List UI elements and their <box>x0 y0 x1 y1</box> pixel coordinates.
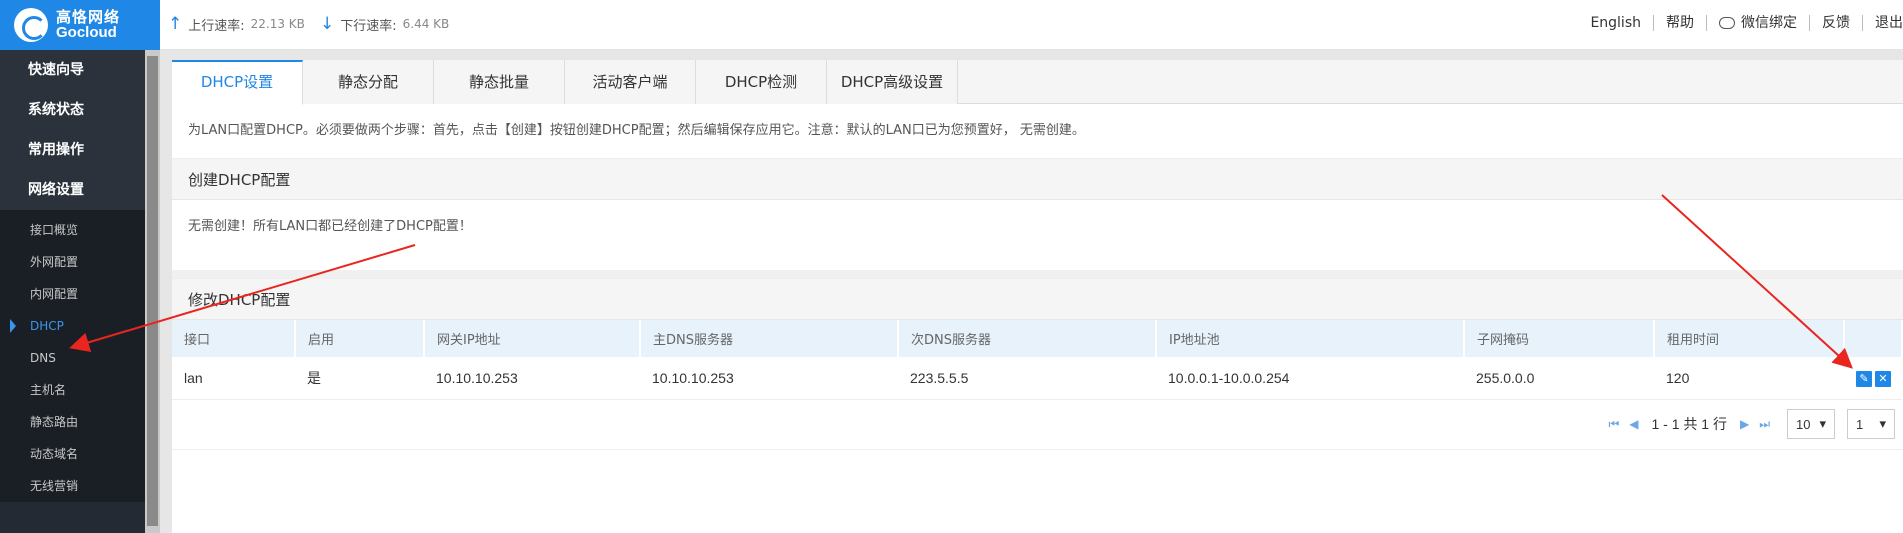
prev-page-icon[interactable]: ◀ <box>1629 417 1638 431</box>
upload-arrow-icon: ↑ <box>168 14 183 34</box>
cell-actions: ✎ ✕ <box>1844 357 1902 400</box>
menu-system-status[interactable]: 系统状态 <box>0 90 160 130</box>
main-menu: 快速向导 系统状态 常用操作 网络设置 <box>0 50 160 210</box>
logout-link[interactable]: 退出 <box>1863 15 1903 31</box>
submenu-static-route[interactable]: 静态路由 <box>0 406 160 438</box>
wechat-bind-link[interactable]: 微信绑定 <box>1707 15 1810 31</box>
submenu-dns[interactable]: DNS <box>0 342 160 374</box>
cell-interface: lan <box>172 357 295 400</box>
table-header-row: 接口 启用 网关IP地址 主DNS服务器 次DNS服务器 IP地址池 子网掩码 … <box>172 320 1903 357</box>
network-submenu: 接口概览 外网配置 内网配置 DHCP DNS 主机名 静态路由 动态域名 无线… <box>0 210 160 502</box>
submenu-wireless-marketing[interactable]: 无线营销 <box>0 470 160 502</box>
col-actions <box>1844 320 1903 357</box>
cell-enabled: 是 <box>295 357 424 400</box>
col-primary-dns: 主DNS服务器 <box>640 320 899 357</box>
section-divider <box>172 270 1903 278</box>
tab-bar: DHCP设置 静态分配 静态批量 活动客户端 DHCP检测 DHCP高级设置 <box>172 60 1903 105</box>
col-enabled: 启用 <box>295 320 425 357</box>
top-header: 高恪网络 Gocloud ↑ 上行速率: 22.13 KB ↓ 下行速率: 6.… <box>0 0 1903 50</box>
submenu-dhcp[interactable]: DHCP <box>0 310 160 342</box>
cell-ip-pool: 10.0.0.1-10.0.0.254 <box>1156 357 1464 400</box>
main-content: DHCP设置 静态分配 静态批量 活动客户端 DHCP检测 DHCP高级设置 为… <box>172 60 1903 533</box>
download-speed: ↓ 下行速率: 6.44 KB <box>320 14 449 34</box>
chevron-down-icon: ▾ <box>1819 416 1826 431</box>
top-links: English 帮助 微信绑定 反馈 退出 <box>1578 15 1903 31</box>
sidebar-scrollbar[interactable] <box>145 50 160 533</box>
download-arrow-icon: ↓ <box>320 14 335 34</box>
col-subnet-mask: 子网掩码 <box>1464 320 1655 357</box>
delete-x-icon[interactable]: ✕ <box>1875 370 1891 387</box>
logo-title-en: Gocloud <box>56 24 117 41</box>
cell-primary-dns: 10.10.10.253 <box>640 357 898 400</box>
download-speed-label: 下行速率: <box>340 18 397 34</box>
menu-common-ops[interactable]: 常用操作 <box>0 130 160 170</box>
download-speed-value: 6.44 KB <box>402 17 450 31</box>
help-link[interactable]: 帮助 <box>1654 15 1707 31</box>
wechat-icon <box>1719 17 1735 29</box>
dhcp-config-table: 接口 启用 网关IP地址 主DNS服务器 次DNS服务器 IP地址池 子网掩码 … <box>172 320 1903 400</box>
upload-speed-label: 上行速率: <box>188 18 245 34</box>
cell-subnet-mask: 255.0.0.0 <box>1464 357 1654 400</box>
tab-dhcp-advanced[interactable]: DHCP高级设置 <box>827 60 958 104</box>
page-number-select[interactable]: 1 ▾ <box>1847 409 1895 439</box>
col-lease-time: 租用时间 <box>1654 320 1845 357</box>
sidebar-scroll-thumb[interactable] <box>147 56 158 526</box>
brand-logo[interactable]: 高恪网络 Gocloud <box>0 0 160 50</box>
page-size-value: 10 <box>1796 416 1811 432</box>
tab-static-assignment[interactable]: 静态分配 <box>303 60 434 104</box>
col-ip-pool: IP地址池 <box>1156 320 1465 357</box>
dhcp-notice: 为LAN口配置DHCP。必须要做两个步骤：首先，点击【创建】按钮创建DHCP配置… <box>172 104 1903 158</box>
submenu-ddns[interactable]: 动态域名 <box>0 438 160 470</box>
submenu-wan-config[interactable]: 外网配置 <box>0 246 160 278</box>
cell-lease-time: 120 <box>1654 357 1844 400</box>
first-page-icon[interactable]: ⏮ <box>1608 417 1619 432</box>
language-link[interactable]: English <box>1578 15 1654 31</box>
cloud-logo-icon <box>14 8 48 42</box>
feedback-link[interactable]: 反馈 <box>1810 15 1863 31</box>
upload-speed-value: 22.13 KB <box>250 17 305 31</box>
logo-title-cn: 高恪网络 <box>56 8 121 26</box>
tab-dhcp-settings[interactable]: DHCP设置 <box>172 60 303 105</box>
page-number-value: 1 <box>1856 416 1864 432</box>
create-section-title: 创建DHCP配置 <box>172 158 1903 200</box>
menu-network-settings[interactable]: 网络设置 <box>0 170 160 210</box>
edit-pencil-icon[interactable]: ✎ <box>1856 370 1872 387</box>
edit-section-title: 修改DHCP配置 <box>172 278 1903 320</box>
menu-quick-guide[interactable]: 快速向导 <box>0 50 160 90</box>
col-gateway-ip: 网关IP地址 <box>424 320 641 357</box>
table-row: lan 是 10.10.10.253 10.10.10.253 223.5.5.… <box>172 357 1902 400</box>
next-page-icon[interactable]: ▶ <box>1740 417 1749 431</box>
wechat-bind-label: 微信绑定 <box>1741 15 1797 31</box>
create-section-message: 无需创建！所有LAN口都已经创建了DHCP配置！ <box>172 200 1903 270</box>
cell-secondary-dns: 223.5.5.5 <box>898 357 1156 400</box>
upload-speed: ↑ 上行速率: 22.13 KB <box>168 14 305 34</box>
tab-dhcp-detection[interactable]: DHCP检测 <box>696 60 827 104</box>
col-secondary-dns: 次DNS服务器 <box>898 320 1157 357</box>
sidebar: 快速向导 系统状态 常用操作 网络设置 接口概览 外网配置 内网配置 DHCP … <box>0 50 160 533</box>
chevron-down-icon: ▾ <box>1879 416 1886 431</box>
submenu-hostname[interactable]: 主机名 <box>0 374 160 406</box>
tab-active-clients[interactable]: 活动客户端 <box>565 60 696 104</box>
submenu-lan-config[interactable]: 内网配置 <box>0 278 160 310</box>
last-page-icon[interactable]: ⏭ <box>1759 417 1770 432</box>
pagination: ⏮ ◀ 1 - 1 共 1 行 ▶ ⏭ 10 ▾ 1 ▾ <box>172 400 1903 450</box>
col-interface: 接口 <box>172 320 296 357</box>
pagination-summary: 1 - 1 共 1 行 <box>1651 416 1727 432</box>
cell-gateway-ip: 10.10.10.253 <box>424 357 640 400</box>
submenu-interface-overview[interactable]: 接口概览 <box>0 214 160 246</box>
page-size-select[interactable]: 10 ▾ <box>1787 409 1835 439</box>
tab-static-batch[interactable]: 静态批量 <box>434 60 565 104</box>
